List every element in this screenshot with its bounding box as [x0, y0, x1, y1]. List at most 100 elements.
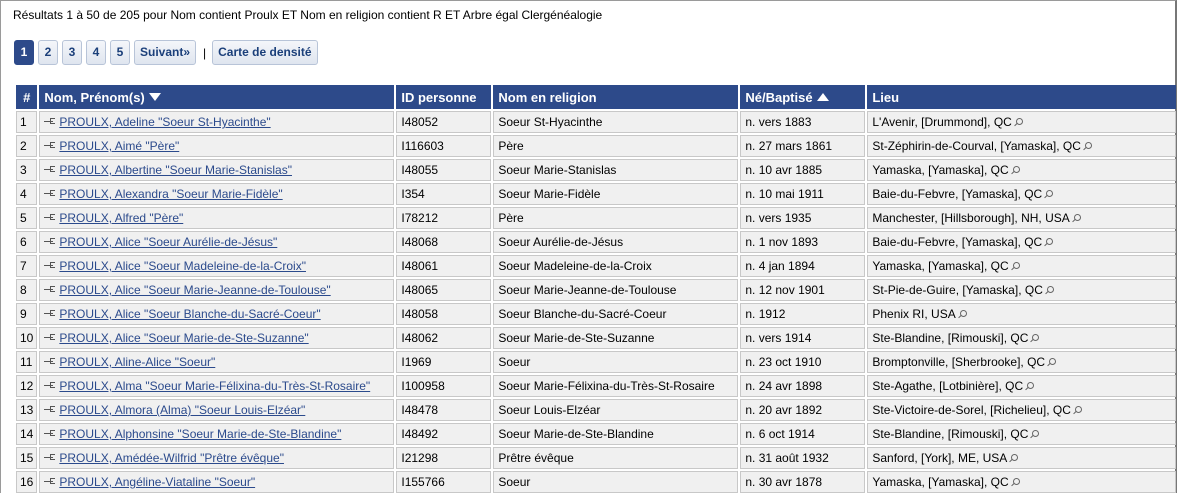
table-row: 13 PROULX, Almora (Alma) "Soeur Louis-Elz…: [16, 399, 1176, 421]
sort-down-icon[interactable]: [148, 92, 161, 101]
row-religion-name: Soeur: [493, 471, 739, 493]
magnifier-icon[interactable]: [1012, 478, 1020, 485]
magnifier-icon[interactable]: [1049, 358, 1057, 365]
sort-up-icon[interactable]: [816, 92, 829, 101]
row-place-cell: L'Avenir, [Drummond], QC: [867, 111, 1176, 133]
col-header-place[interactable]: Lieu: [867, 85, 1176, 109]
row-place-cell: Ste-Blandine, [Rimouski], QC: [867, 423, 1176, 445]
magnifier-icon[interactable]: [1084, 142, 1092, 149]
magnifier-icon[interactable]: [1046, 238, 1054, 245]
page-2-button[interactable]: 2: [38, 40, 58, 65]
family-tree-icon[interactable]: [44, 285, 56, 295]
magnifier-icon[interactable]: [1012, 262, 1020, 269]
col-header-name[interactable]: Nom, Prénom(s): [39, 85, 395, 109]
table-row: 11 PROULX, Aline-Alice "Soeur" I1969 Soeur n…: [16, 351, 1176, 373]
family-tree-icon[interactable]: [44, 453, 56, 463]
col-header-name-label[interactable]: Nom, Prénom(s): [44, 90, 144, 105]
row-id: I48068: [396, 231, 492, 253]
row-number: 2: [16, 135, 38, 157]
row-born: n. 1912: [740, 303, 866, 325]
magnifier-icon[interactable]: [1032, 334, 1040, 341]
person-link[interactable]: PROULX, Alexandra "Soeur Marie-Fidèle": [59, 187, 282, 201]
family-tree-icon[interactable]: [44, 213, 56, 223]
person-link[interactable]: PROULX, Albertine "Soeur Marie-Stanislas…: [59, 163, 292, 177]
page-5-button[interactable]: 5: [110, 40, 130, 65]
row-born: n. 1 nov 1893: [740, 231, 866, 253]
family-tree-icon[interactable]: [44, 261, 56, 271]
row-number: 15: [16, 447, 38, 469]
row-number: 16: [16, 471, 38, 493]
row-born: n. 20 avr 1892: [740, 399, 866, 421]
magnifier-icon[interactable]: [1046, 286, 1054, 293]
magnifier-icon[interactable]: [1074, 406, 1082, 413]
row-number: 6: [16, 231, 38, 253]
row-place: Yamaska, [Yamaska], QC: [872, 475, 1009, 489]
person-link[interactable]: PROULX, Amédée-Wilfrid "Prêtre évêque": [59, 451, 284, 465]
next-page-button[interactable]: Suivant»: [134, 40, 197, 65]
col-header-born[interactable]: Né/Baptisé: [740, 85, 866, 109]
person-link[interactable]: PROULX, Alice "Soeur Marie-de-Ste-Suzann…: [59, 331, 308, 345]
row-id: I48478: [396, 399, 492, 421]
page-4-button[interactable]: 4: [86, 40, 106, 65]
family-tree-icon[interactable]: [44, 429, 56, 439]
row-born: n. 4 jan 1894: [740, 255, 866, 277]
magnifier-icon[interactable]: [1027, 382, 1035, 389]
row-id: I354: [396, 183, 492, 205]
family-tree-icon[interactable]: [44, 237, 56, 247]
col-header-born-label[interactable]: Né/Baptisé: [745, 90, 812, 105]
magnifier-icon[interactable]: [1032, 430, 1040, 437]
family-tree-icon[interactable]: [44, 309, 56, 319]
person-link[interactable]: PROULX, Alice "Soeur Marie-Jeanne-de-Tou…: [59, 283, 330, 297]
table-row: 8 PROULX, Alice "Soeur Marie-Jeanne-de-To…: [16, 279, 1176, 301]
row-religion-name: Prêtre évêque: [493, 447, 739, 469]
row-religion-name: Soeur Marie-Stanislas: [493, 159, 739, 181]
magnifier-icon[interactable]: [1012, 166, 1020, 173]
row-id: I48061: [396, 255, 492, 277]
person-link[interactable]: PROULX, Alice "Soeur Aurélie-de-Jésus": [59, 235, 277, 249]
row-religion-name: Soeur Louis-Elzéar: [493, 399, 739, 421]
family-tree-icon[interactable]: [44, 117, 56, 127]
page-3-button[interactable]: 3: [62, 40, 82, 65]
person-link[interactable]: PROULX, Alice "Soeur Blanche-du-Sacré-Co…: [59, 307, 320, 321]
person-link[interactable]: PROULX, Alfred "Père": [59, 211, 183, 225]
person-link[interactable]: PROULX, Alphonsine "Soeur Marie-de-Ste-B…: [59, 427, 341, 441]
family-tree-icon[interactable]: [44, 357, 56, 367]
results-table: # Nom, Prénom(s) ID personne Nom en reli…: [14, 83, 1178, 495]
row-place-cell: Baie-du-Febvre, [Yamaska], QC: [867, 183, 1176, 205]
person-link[interactable]: PROULX, Angéline-Viataline "Soeur": [59, 475, 255, 489]
row-religion-name: Père: [493, 207, 739, 229]
table-row: 15 PROULX, Amédée-Wilfrid "Prêtre évêque"…: [16, 447, 1176, 469]
page-1-button[interactable]: 1: [14, 40, 34, 65]
family-tree-icon[interactable]: [44, 165, 56, 175]
col-header-religion[interactable]: Nom en religion: [493, 85, 739, 109]
person-link[interactable]: PROULX, Aimé "Père": [59, 139, 179, 153]
family-tree-icon[interactable]: [44, 189, 56, 199]
density-map-button[interactable]: Carte de densité: [212, 40, 318, 65]
family-tree-icon[interactable]: [44, 405, 56, 415]
magnifier-icon[interactable]: [1015, 118, 1023, 125]
magnifier-icon[interactable]: [1046, 190, 1054, 197]
row-place: Baie-du-Febvre, [Yamaska], QC: [872, 235, 1043, 249]
table-row: 16 PROULX, Angéline-Viataline "Soeur" I155…: [16, 471, 1176, 493]
row-religion-name: Soeur St-Hyacinthe: [493, 111, 739, 133]
family-tree-icon[interactable]: [44, 141, 56, 151]
person-link[interactable]: PROULX, Alma "Soeur Marie-Félixina-du-Tr…: [59, 379, 370, 393]
results-frame: Résultats 1 à 50 de 205 pour Nom contien…: [0, 0, 1177, 493]
table-row: 4 PROULX, Alexandra "Soeur Marie-Fidèle" I…: [16, 183, 1176, 205]
person-link[interactable]: PROULX, Alice "Soeur Madeleine-de-la-Cro…: [59, 259, 306, 273]
row-place-cell: St-Pie-de-Guire, [Yamaska], QC: [867, 279, 1176, 301]
pagination: 1 2 3 4 5 Suivant» | Carte de densité: [14, 40, 322, 65]
magnifier-icon[interactable]: [959, 310, 967, 317]
person-link[interactable]: PROULX, Almora (Alma) "Soeur Louis-Elzéa…: [59, 403, 305, 417]
person-link[interactable]: PROULX, Aline-Alice "Soeur": [59, 355, 215, 369]
family-tree-icon[interactable]: [44, 381, 56, 391]
family-tree-icon[interactable]: [44, 477, 56, 487]
row-place: Baie-du-Febvre, [Yamaska], QC: [872, 187, 1043, 201]
row-religion-name: Père: [493, 135, 739, 157]
row-place: L'Avenir, [Drummond], QC: [872, 115, 1012, 129]
family-tree-icon[interactable]: [44, 333, 56, 343]
person-link[interactable]: PROULX, Adeline "Soeur St-Hyacinthe": [59, 115, 270, 129]
col-header-id[interactable]: ID personne: [396, 85, 492, 109]
magnifier-icon[interactable]: [1011, 454, 1019, 461]
magnifier-icon[interactable]: [1073, 214, 1081, 221]
